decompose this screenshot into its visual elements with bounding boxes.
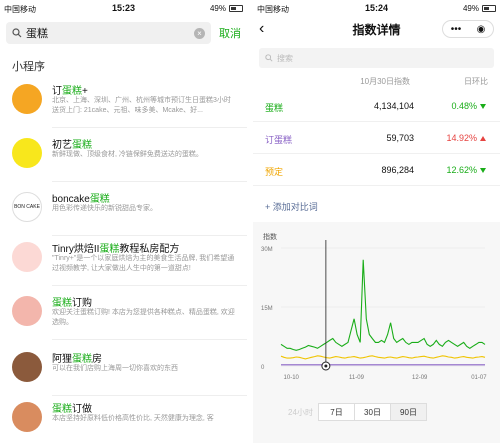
search-input[interactable]: 蛋糕 ×	[6, 22, 211, 44]
item-description: 可以在我们店购上海周一切你喜欢的东西	[52, 365, 178, 372]
battery-icon	[482, 5, 496, 12]
item-description: 新鲜现做、顶级食材, 冷链保鲜免费送达的蛋糕。	[52, 151, 203, 158]
avatar	[12, 242, 42, 272]
arrow-up-icon	[480, 135, 486, 141]
battery-indicator: 49%	[463, 4, 496, 13]
search-row: 蛋糕 × 取消	[6, 22, 241, 44]
x-tick-label: 11-09	[349, 375, 365, 381]
item-description: 欢迎关注蛋糕订购! 本店为您提供各种糕点、精品蛋糕, 欢迎选购。	[52, 309, 235, 326]
table-header: 10月30日指数 日环比	[253, 76, 500, 90]
avatar	[12, 352, 42, 382]
battery-indicator: 49%	[210, 4, 243, 13]
item-description: 北京、上海、深圳、广州、杭州等城市预订生日蛋糕3小时送货上门: 21cake、元…	[52, 97, 231, 114]
search-placeholder: 搜索	[277, 53, 293, 63]
item-description: "Tinry+"是一个以家庭烘焙为主的美食生活品牌, 我们希望通过视频教学, 让…	[52, 255, 235, 272]
x-tick-label: 10-10	[284, 375, 300, 381]
y-tick-label: 30M	[261, 247, 273, 253]
cursor-dot	[324, 364, 328, 368]
index-row[interactable]: 蛋糕 4,134,104 0.48%	[253, 92, 500, 122]
item-title: Tinry烘焙II蛋糕教程私房配方	[52, 240, 239, 255]
section-title: 小程序	[12, 61, 45, 73]
left-screen: 中国移动 15:23 49% 蛋糕 × 取消 小程序 订蛋糕+ 北京、上海、深圳、…	[0, 0, 247, 443]
nav-bar: ‹ 指数详情 ••• ◉	[253, 18, 500, 42]
index-row[interactable]: 预定 896,284 12.62%	[253, 156, 500, 186]
avatar	[12, 138, 42, 168]
keyword-name: 蛋糕	[265, 103, 284, 113]
separator	[52, 235, 247, 236]
index-value: 4,134,104	[373, 101, 414, 111]
separator	[52, 127, 247, 128]
x-tick-label: 01-07	[471, 375, 487, 381]
arrow-down-icon	[480, 167, 486, 173]
item-title: boncake蛋糕	[52, 190, 239, 205]
item-title: 初艺蛋糕	[52, 136, 239, 151]
range-tab: 24小时	[288, 407, 313, 417]
item-description: 本店坚持好原料低价格高性价比, 天然健康为理念, 客	[52, 415, 214, 422]
index-row[interactable]: 订蛋糕 59,703 14.92%	[253, 124, 500, 154]
boncake-logo: BON CAKE	[14, 204, 40, 210]
keyword-name: 订蛋糕	[265, 135, 293, 145]
add-compare-button[interactable]: + 添加对比词	[265, 200, 318, 213]
list-item[interactable]: 初艺蛋糕 新鲜现做、顶级食材, 冷链保鲜免费送达的蛋糕。	[0, 134, 247, 182]
range-tab[interactable]: 7日	[318, 403, 355, 421]
status-bar: 中国移动 15:23 49%	[0, 0, 247, 18]
battery-icon	[229, 5, 243, 12]
item-title: 阿狸蛋糕房	[52, 350, 239, 365]
item-title: 订蛋糕+	[52, 82, 239, 97]
separator	[52, 181, 247, 182]
item-description: 用色彩传递快乐的新锐甜品专家。	[52, 205, 157, 212]
change-percent: 12.62%	[446, 165, 477, 175]
series-line	[280, 259, 486, 351]
index-value: 896,284	[381, 165, 414, 175]
list-item[interactable]: 蛋糕订购 欢迎关注蛋糕订购! 本店为您提供各种糕点、精品蛋糕, 欢迎选购。	[0, 292, 247, 340]
separator	[52, 395, 247, 396]
close-icon[interactable]: ◉	[477, 24, 486, 35]
separator	[52, 285, 247, 286]
battery-percent: 49%	[209, 4, 226, 13]
col-change-header: 日环比	[464, 77, 488, 86]
search-icon	[265, 54, 273, 62]
day-change: 0.48%	[451, 101, 486, 111]
list-item[interactable]: 订蛋糕+ 北京、上海、深圳、广州、杭州等城市预订生日蛋糕3小时送货上门: 21ca…	[0, 80, 247, 128]
list-item[interactable]: 蛋糕订做 本店坚持好原料低价格高性价比, 天然健康为理念, 客	[0, 398, 247, 443]
arrow-down-icon	[480, 103, 486, 109]
col-index-header: 10月30日指数	[360, 77, 410, 86]
capsule-menu: ••• ◉	[442, 20, 494, 38]
item-title: 蛋糕订做	[52, 400, 239, 415]
item-title: 蛋糕订购	[52, 294, 239, 309]
change-percent: 0.48%	[451, 101, 477, 111]
separator	[52, 339, 247, 340]
avatar	[12, 402, 42, 432]
clear-icon[interactable]: ×	[194, 27, 205, 39]
x-tick-label: 12-09	[412, 375, 428, 381]
change-percent: 14.92%	[446, 133, 477, 143]
y-tick-label: 0	[261, 365, 265, 371]
cancel-button[interactable]: 取消	[219, 25, 241, 41]
status-bar: 中国移动 15:24 49%	[253, 0, 500, 18]
battery-percent: 49%	[462, 4, 479, 13]
day-change: 14.92%	[446, 133, 486, 143]
index-chart[interactable]: 30M 15M 0 10-10 11-09 12-09 01-07	[253, 240, 500, 390]
range-tab[interactable]: 90日	[390, 403, 427, 421]
index-value: 59,703	[386, 133, 414, 143]
avatar	[12, 296, 42, 326]
search-query: 蛋糕	[26, 28, 48, 40]
range-tabs: 24小时 7日 30日 90日	[283, 403, 427, 421]
right-screen: 中国移动 15:24 49% ‹ 指数详情 ••• ◉ 搜索 10月30日指数 …	[253, 0, 500, 443]
keyword-name: 预定	[265, 167, 284, 177]
series-line	[280, 355, 486, 360]
day-change: 12.62%	[446, 165, 486, 175]
list-item[interactable]: 阿狸蛋糕房 可以在我们店购上海周一切你喜欢的东西	[0, 348, 247, 396]
list-item[interactable]: Tinry烘焙II蛋糕教程私房配方 "Tinry+"是一个以家庭烘焙为主的美食生活…	[0, 238, 247, 286]
index-search-input[interactable]: 搜索	[259, 48, 494, 68]
y-tick-label: 15M	[261, 306, 273, 312]
avatar: BON CAKE	[12, 192, 42, 222]
search-icon	[12, 28, 22, 38]
more-icon[interactable]: •••	[451, 24, 462, 35]
avatar	[12, 84, 42, 114]
list-item[interactable]: BON CAKE boncake蛋糕 用色彩传递快乐的新锐甜品专家。	[0, 188, 247, 236]
range-tab[interactable]: 30日	[354, 403, 391, 421]
